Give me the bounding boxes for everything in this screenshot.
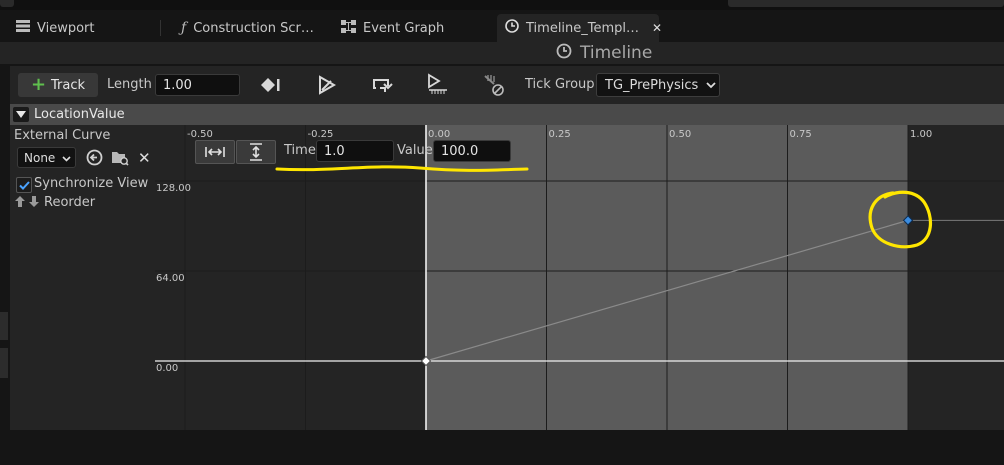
panel-titlebar: Timeline <box>0 42 1004 64</box>
zoom-to-fit-vertical-button[interactable] <box>236 140 276 164</box>
x-tick-label: 0.00 <box>428 129 450 140</box>
panel-title: Timeline <box>556 42 652 64</box>
curve-graph-canvas[interactable]: -0.50 -0.25 0.00 0.25 0.50 0.75 1.00 128.00 64.0… <box>155 125 1004 430</box>
track-name: LocationValue <box>34 107 125 122</box>
play-range-icon <box>428 73 447 94</box>
x-tick-label: 1.00 <box>910 129 932 140</box>
zoom-to-fit-horizontal-button[interactable] <box>195 140 235 164</box>
replicated-button[interactable] <box>424 73 450 97</box>
function-icon: ƒ <box>181 20 187 36</box>
chevron-down-icon <box>706 78 716 93</box>
tab-bar: Viewport ƒ Construction Scr… Event Graph… <box>0 14 1004 42</box>
add-track-button[interactable]: + Track <box>18 73 98 97</box>
clear-icon[interactable]: ✕ <box>138 149 151 167</box>
tab-viewport[interactable]: Viewport <box>16 14 95 42</box>
chevron-down-icon <box>62 151 71 165</box>
reorder-label: Reorder <box>44 195 96 210</box>
loop-button[interactable] <box>369 73 395 97</box>
add-key-button[interactable] <box>258 73 284 97</box>
key-time-label: Time <box>284 143 316 158</box>
reorder-arrows-icon[interactable] <box>14 195 40 211</box>
key-value-label: Value <box>397 143 433 158</box>
top-strip <box>0 0 1004 10</box>
external-curve-label: External Curve <box>14 128 111 143</box>
y-tick-label: 128.00 <box>156 183 191 194</box>
synchronize-view-label: Synchronize View <box>34 176 149 191</box>
tab-label: Timeline_Templ… <box>526 20 640 36</box>
track-header[interactable]: LocationValue <box>10 104 1004 125</box>
tab-label: Construction Scr… <box>193 20 314 36</box>
fit-vertical-icon <box>250 143 262 161</box>
time-dilation-icon <box>484 75 504 96</box>
use-last-keyframe-button[interactable] <box>314 73 340 97</box>
length-label: Length <box>107 77 152 92</box>
synchronize-view-checkbox[interactable] <box>16 177 32 193</box>
length-input[interactable]: 1.00 <box>155 74 240 96</box>
clock-icon <box>505 19 519 37</box>
browse-asset-icon[interactable] <box>111 149 129 169</box>
autoplay-icon <box>319 75 337 95</box>
fit-horizontal-icon <box>205 147 225 157</box>
collapse-track-icon[interactable] <box>13 107 29 122</box>
curve-graph[interactable]: -0.50 -0.25 0.00 0.25 0.50 0.75 1.00 128.00 64.0… <box>155 125 1004 430</box>
use-curve-icon[interactable] <box>86 149 103 169</box>
clock-icon <box>556 43 572 64</box>
loop-icon <box>373 79 393 92</box>
tab-timeline-template[interactable]: Timeline_Templ… ✕ <box>497 14 662 42</box>
tick-group-dropdown[interactable]: TG_PrePhysics <box>596 73 720 97</box>
close-icon[interactable]: ✕ <box>652 21 662 35</box>
x-tick-label: -0.50 <box>187 129 213 140</box>
grid-icon <box>16 20 30 36</box>
tab-construction-script[interactable]: ƒ Construction Scr… <box>181 14 314 42</box>
x-tick-label: 0.25 <box>549 129 571 140</box>
graph-icon <box>341 19 356 37</box>
tab-label: Event Graph <box>363 20 445 36</box>
tab-event-graph[interactable]: Event Graph <box>341 14 444 42</box>
x-tick-label: -0.25 <box>308 129 334 140</box>
left-edge-strip <box>0 42 10 465</box>
ignore-time-dilation-button[interactable] <box>481 73 507 97</box>
y-tick-label: 0.00 <box>156 363 178 374</box>
add-key-icon <box>261 78 280 92</box>
x-tick-label: 0.75 <box>790 129 812 140</box>
timeline-toolbar: + Track Length 1.00 Tick Group TG_PrePhy… <box>10 66 1004 104</box>
y-tick-label: 64.00 <box>156 273 185 284</box>
track-options-panel: External Curve None ✕ Synchronize View R… <box>10 125 155 430</box>
tab-label: Viewport <box>37 20 95 36</box>
tick-group-label: Tick Group <box>525 77 595 92</box>
external-curve-dropdown[interactable]: None <box>17 147 76 168</box>
x-tick-label: 0.50 <box>669 129 691 140</box>
plus-icon: + <box>30 74 47 95</box>
key-time-input[interactable]: 1.0 <box>316 140 394 162</box>
bottom-area <box>0 430 1004 465</box>
key-value-input[interactable]: 100.0 <box>433 140 511 162</box>
